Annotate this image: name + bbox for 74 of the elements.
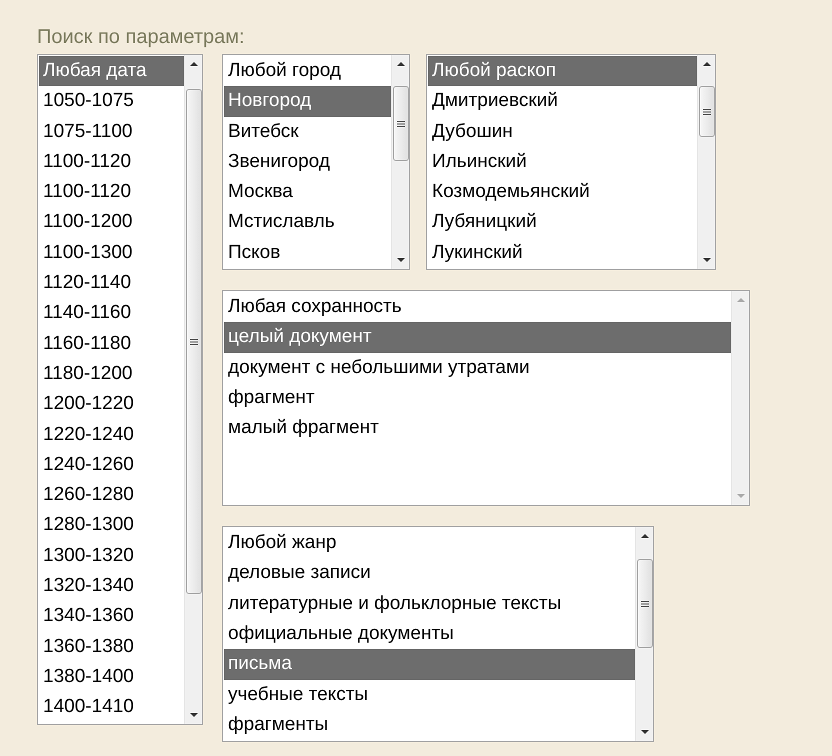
list-option[interactable]: Любая сохранность — [224, 292, 731, 322]
list-option[interactable]: Новгород — [224, 86, 391, 117]
list-option[interactable]: 1100-1120 — [39, 177, 184, 208]
list-option[interactable]: Мстиславль — [224, 207, 391, 238]
list-option[interactable]: 1360-1380 — [39, 632, 184, 662]
list-option[interactable]: Любой город — [224, 56, 391, 86]
list-option[interactable]: Любой раскоп — [428, 56, 697, 86]
scroll-thumb[interactable] — [393, 86, 409, 161]
grip-icon — [397, 120, 405, 128]
scroll-up-icon[interactable] — [702, 60, 712, 68]
list-option[interactable]: 1220-1240 — [39, 420, 184, 450]
list-option[interactable]: 1240-1260 — [39, 450, 184, 480]
list-box[interactable]: Любой раскоп Дмитриевский Дубошин Ильинский Козмодемьянский Лубяницкий Лукинский — [426, 54, 716, 270]
list-option[interactable]: 1320-1340 — [39, 571, 184, 602]
list-option[interactable]: фрагмент — [224, 382, 731, 414]
scroll-down-icon[interactable] — [702, 256, 712, 264]
list-option[interactable]: Ильинский — [428, 146, 697, 178]
list-option[interactable]: 1180-1200 — [39, 358, 184, 390]
list-option[interactable]: 1200-1220 — [39, 389, 184, 420]
list-box[interactable]: Любой жанр деловые записи литературные и фольклорные тексты официальные документы письма учебные тексты фрагменты — [222, 526, 654, 742]
list-option[interactable]: 1340-1360 — [39, 601, 184, 632]
scroll-down-icon[interactable] — [396, 256, 406, 264]
list-box[interactable]: Любая сохранность целый документ документ с небольшими утратами фрагмент малый фрагмент — [222, 290, 750, 506]
list-option[interactable]: 1100-1200 — [39, 207, 184, 238]
list-option[interactable]: 1280-1300 — [39, 510, 184, 541]
list-option[interactable]: фрагменты — [224, 710, 635, 740]
list-option[interactable]: литературные и фольклорные тексты — [224, 588, 635, 620]
scroll-up-icon[interactable] — [189, 60, 199, 68]
list-option[interactable]: 1075-1100 — [39, 116, 184, 147]
list-option[interactable]: 1140-1160 — [39, 298, 184, 329]
list-option[interactable]: Лубяницкий — [428, 207, 697, 238]
grip-icon — [190, 338, 198, 346]
scrollbar[interactable] — [697, 55, 715, 270]
list-option[interactable]: Москва — [224, 177, 391, 208]
list-box[interactable] — [37, 54, 203, 725]
list-option[interactable]: Любая дата — [39, 56, 184, 86]
list-option[interactable]: Дмитриевский — [428, 86, 697, 117]
list-option[interactable]: 1050-1075 — [39, 86, 184, 117]
list-box[interactable]: Любой город Новгород Витебск Звенигород Москва Мстиславль Псков — [222, 54, 410, 270]
scrollbar[interactable] — [184, 55, 202, 724]
list-option[interactable]: 1300-1320 — [39, 540, 184, 572]
list-option[interactable]: Звенигород — [224, 146, 391, 178]
scroll-thumb[interactable] — [699, 86, 715, 137]
scrollbar[interactable] — [635, 527, 653, 742]
list-option[interactable]: 1380-1400 — [39, 662, 184, 692]
list-option[interactable]: 1400-1410 — [39, 692, 184, 723]
list-option[interactable]: целый документ — [224, 322, 731, 353]
scroll-down-icon[interactable] — [640, 728, 650, 736]
list-option[interactable]: Лукинский — [428, 238, 697, 268]
list-option[interactable]: деловые записи — [224, 558, 635, 589]
list-option[interactable]: 1100-1300 — [39, 238, 184, 268]
scroll-down-icon[interactable] — [189, 710, 199, 719]
list-option[interactable]: малый фрагмент — [224, 413, 731, 444]
list-option[interactable]: документ с небольшими утратами — [224, 352, 731, 383]
scroll-thumb[interactable] — [186, 89, 202, 594]
list-option[interactable]: официальные документы — [224, 619, 635, 650]
list-option[interactable]: 1260-1280 — [39, 480, 184, 510]
list-option[interactable]: Козмодемьянский — [428, 177, 697, 208]
grip-icon — [641, 600, 649, 608]
scroll-up-icon[interactable] — [640, 532, 650, 540]
grip-icon — [703, 108, 711, 116]
section-title: Поиск по параметрам: — [37, 25, 246, 50]
list-option[interactable]: Дубошин — [428, 116, 697, 147]
list-option[interactable]: Псков — [224, 238, 391, 268]
list-option[interactable]: письма — [224, 649, 635, 680]
scroll-thumb[interactable] — [637, 559, 653, 648]
list-option[interactable]: 1160-1180 — [39, 328, 184, 359]
list-option[interactable]: Витебск — [224, 116, 391, 147]
list-option[interactable]: учебные тексты — [224, 680, 635, 710]
scroll-up-icon[interactable] — [396, 60, 406, 68]
scrollbar[interactable] — [391, 55, 409, 270]
list-option[interactable]: Любой жанр — [224, 528, 635, 558]
list-option[interactable]: 1120-1140 — [39, 268, 184, 298]
list-option[interactable]: 1100-1120 — [39, 146, 184, 178]
